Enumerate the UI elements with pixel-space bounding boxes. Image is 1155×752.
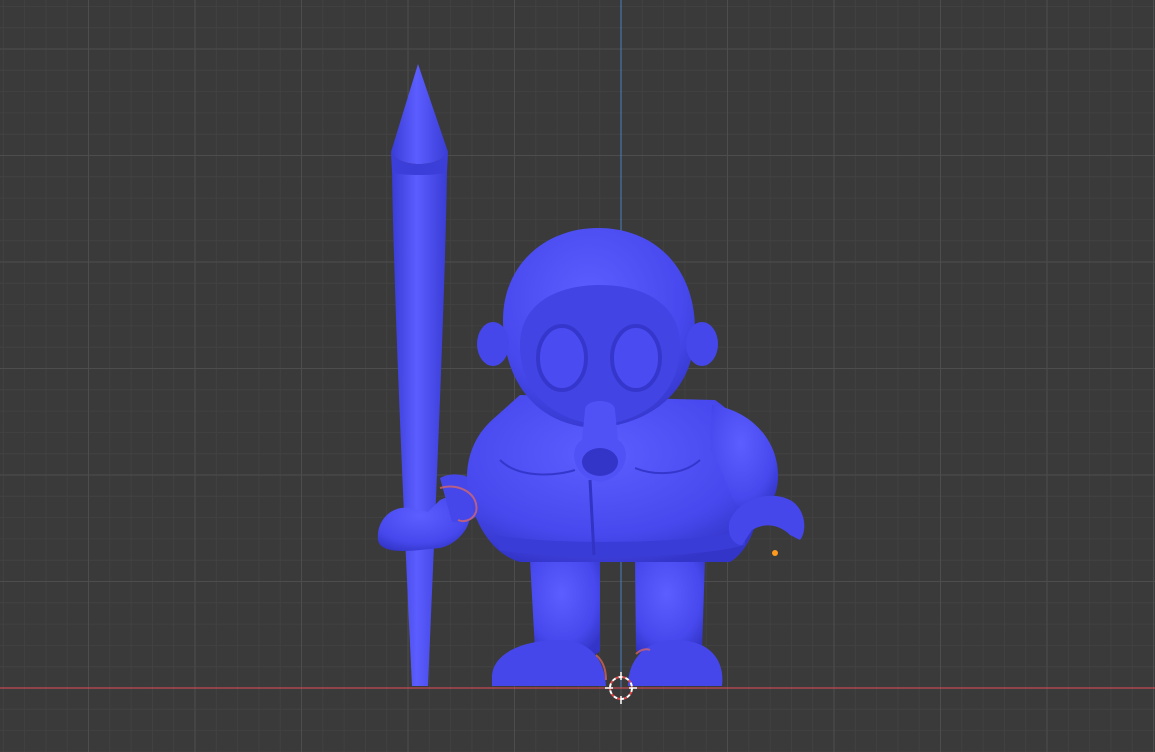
right-ear-cap xyxy=(686,322,718,366)
right-eye-lens xyxy=(610,324,662,392)
spear-tip xyxy=(391,64,448,164)
left-eye-lens xyxy=(536,324,588,392)
left-ear-cap xyxy=(477,322,509,366)
spear-shaft xyxy=(392,166,448,686)
spear[interactable] xyxy=(391,64,448,686)
3d-viewport[interactable] xyxy=(0,0,1155,752)
legs xyxy=(491,560,723,686)
model-view[interactable] xyxy=(0,0,1155,752)
object-origin-dot xyxy=(772,550,778,556)
